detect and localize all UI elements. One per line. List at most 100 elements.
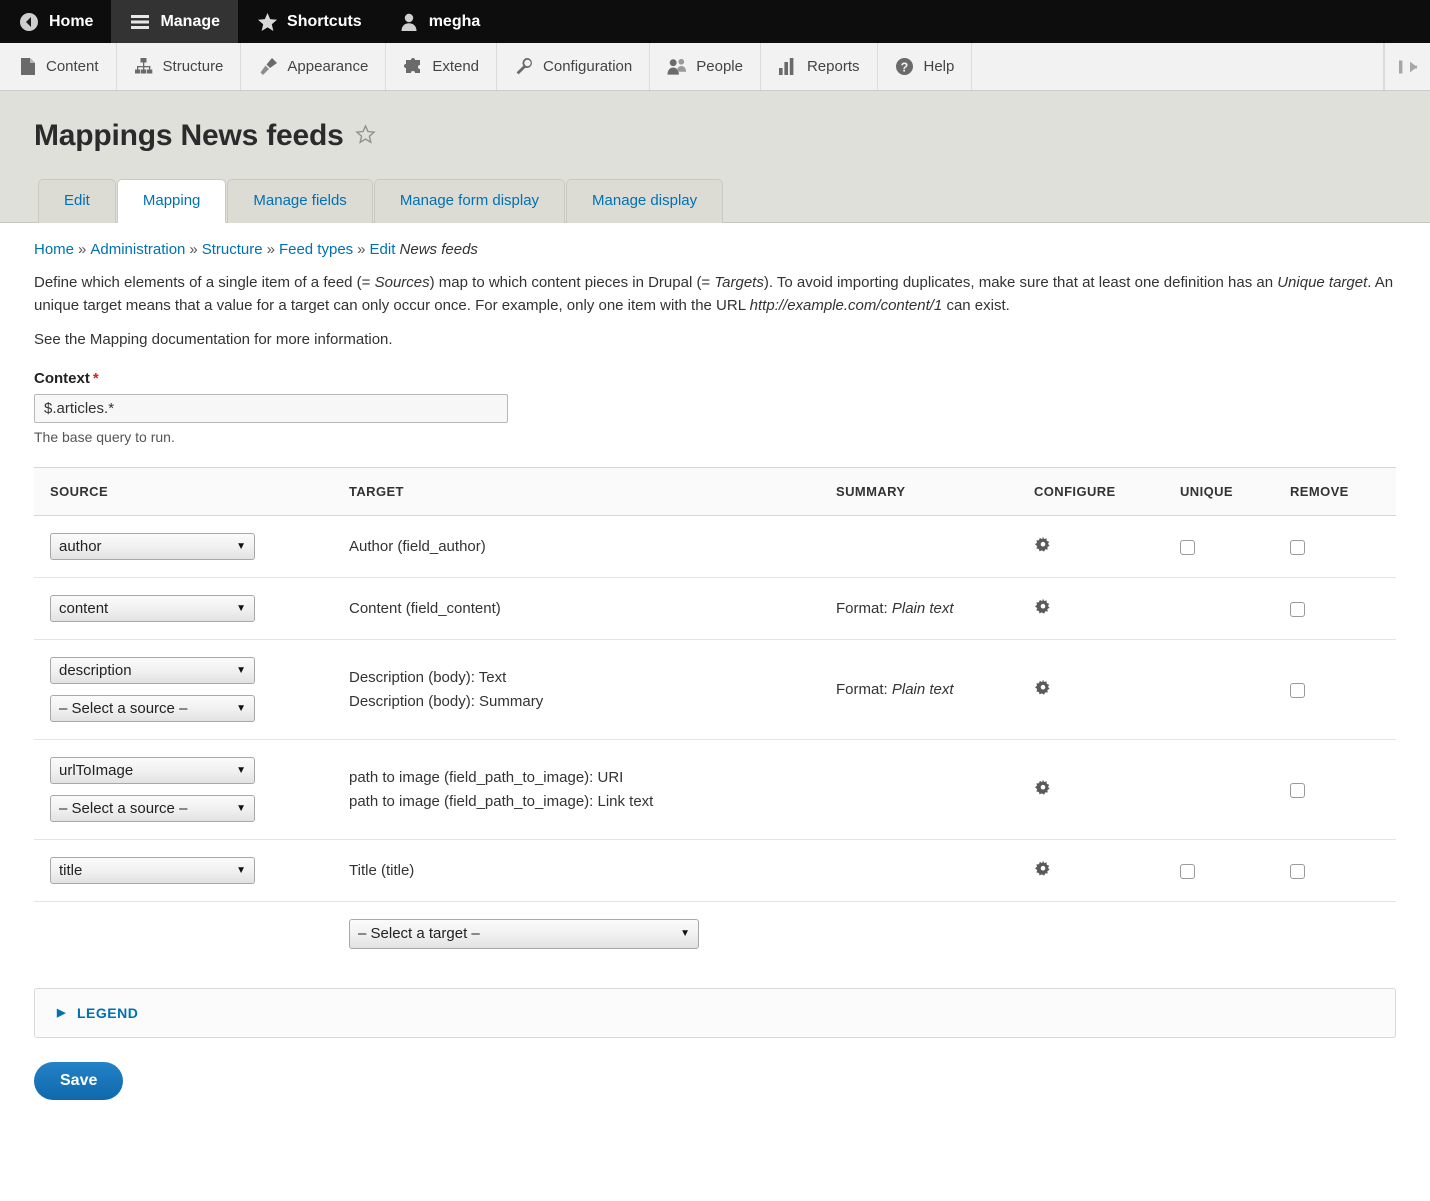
source-select[interactable]: content xyxy=(50,595,255,622)
cell-configure xyxy=(1034,516,1180,578)
cell-remove-empty xyxy=(1290,902,1396,967)
gear-icon[interactable] xyxy=(1034,536,1052,557)
menu-item-configuration[interactable]: Configuration xyxy=(497,43,650,90)
mapping-documentation-link[interactable]: Mapping documentation xyxy=(90,331,250,348)
tab-edit-label: Edit xyxy=(64,192,90,209)
gear-icon[interactable] xyxy=(1034,860,1052,881)
source-select-wrapper-secondary: – Select a source – ▼ xyxy=(50,795,255,822)
column-header-summary: SUMMARY xyxy=(836,468,1034,516)
docs-text-b: for more information. xyxy=(250,331,393,348)
column-header-unique: UNIQUE xyxy=(1180,468,1290,516)
target-label-secondary: Description (body): Summary xyxy=(349,690,836,713)
toolbar-tab-user[interactable]: megha xyxy=(380,0,499,43)
menu-item-extend[interactable]: Extend xyxy=(386,43,497,90)
breadcrumb-item-feed-types[interactable]: Feed types xyxy=(279,241,353,258)
column-header-target: TARGET xyxy=(349,468,836,516)
tab-manage-form-display-label: Manage form display xyxy=(400,192,539,209)
cell-source: description ▼ – Select a source – ▼ xyxy=(34,640,349,740)
target-label: path to image (field_path_to_image): URI xyxy=(349,766,836,789)
toolbar-tab-home-label: Home xyxy=(49,13,93,31)
remove-checkbox[interactable] xyxy=(1290,683,1305,698)
menu-item-content[interactable]: Content xyxy=(0,43,117,90)
context-input[interactable] xyxy=(34,394,508,423)
cell-add-target: – Select a target – ▼ xyxy=(349,902,836,967)
toolbar-tab-shortcuts[interactable]: Shortcuts xyxy=(238,0,380,43)
remove-checkbox[interactable] xyxy=(1290,864,1305,879)
cell-unique xyxy=(1180,640,1290,740)
table-row: author ▼ Author (field_author) xyxy=(34,516,1396,578)
remove-checkbox[interactable] xyxy=(1290,783,1305,798)
cell-remove xyxy=(1290,740,1396,840)
menu-item-appearance[interactable]: Appearance xyxy=(241,43,386,90)
gear-icon[interactable] xyxy=(1034,679,1052,700)
tab-manage-form-display[interactable]: Manage form display xyxy=(374,179,565,223)
tab-edit[interactable]: Edit xyxy=(38,179,116,223)
tab-manage-display[interactable]: Manage display xyxy=(566,179,723,223)
unique-checkbox[interactable] xyxy=(1180,540,1195,555)
page-title-text: Mappings News feeds xyxy=(34,119,344,153)
summary-value: Plain text xyxy=(892,681,954,698)
source-select[interactable]: urlToImage xyxy=(50,757,255,784)
tab-mapping[interactable]: Mapping xyxy=(117,179,227,223)
cell-target: Title (title) xyxy=(349,840,836,902)
menu-item-people-label: People xyxy=(696,58,743,75)
menu-item-structure[interactable]: Structure xyxy=(117,43,242,90)
breadcrumb-item-administration[interactable]: Administration xyxy=(90,241,185,258)
star-icon xyxy=(256,11,278,33)
menu-item-reports[interactable]: Reports xyxy=(761,43,878,90)
unique-checkbox[interactable] xyxy=(1180,864,1195,879)
document-icon xyxy=(17,57,37,77)
remove-checkbox[interactable] xyxy=(1290,540,1305,555)
context-field-group: Context* The base query to run. xyxy=(34,370,1396,445)
target-label: Title (title) xyxy=(349,859,836,882)
cell-summary: Format: Plain text xyxy=(836,640,1034,740)
admin-menu: Content Structure Appearance xyxy=(0,43,1430,91)
breadcrumb-item-home[interactable]: Home xyxy=(34,241,74,258)
tab-manage-fields[interactable]: Manage fields xyxy=(227,179,372,223)
menu-item-structure-label: Structure xyxy=(163,58,224,75)
cell-source-empty xyxy=(34,902,349,967)
source-select[interactable]: author xyxy=(50,533,255,560)
cell-source: title ▼ xyxy=(34,840,349,902)
paintbrush-icon xyxy=(258,57,278,77)
context-label-text: Context xyxy=(34,370,90,387)
cell-summary-empty xyxy=(836,902,1034,967)
source-select[interactable]: description xyxy=(50,657,255,684)
intro-text-a: Define which elements of a single item o… xyxy=(34,274,375,291)
source-select-stack: title ▼ xyxy=(50,857,349,884)
legend-section[interactable]: ▶ LEGEND xyxy=(34,988,1396,1038)
sitemap-icon xyxy=(134,57,154,77)
toolbar-tab-manage[interactable]: Manage xyxy=(111,0,238,43)
source-select[interactable]: title xyxy=(50,857,255,884)
context-description: The base query to run. xyxy=(34,429,1396,445)
menu-item-extend-label: Extend xyxy=(432,58,479,75)
target-label-secondary: path to image (field_path_to_image): Lin… xyxy=(349,790,836,813)
table-row: title ▼ Title (title) xyxy=(34,840,1396,902)
legend-toggle[interactable]: ▶ LEGEND xyxy=(57,1005,1373,1021)
remove-checkbox[interactable] xyxy=(1290,602,1305,617)
menu-item-help[interactable]: ? Help xyxy=(878,43,973,90)
menu-item-people[interactable]: People xyxy=(650,43,761,90)
main-content: Home»Administration»Structure»Feed types… xyxy=(0,241,1430,1100)
gear-icon[interactable] xyxy=(1034,779,1052,800)
question-mark-icon: ? xyxy=(895,57,915,77)
source-select-stack: author ▼ xyxy=(50,533,349,560)
source-select-stack: urlToImage ▼ – Select a source – ▼ xyxy=(50,757,349,822)
breadcrumb-item-structure[interactable]: Structure xyxy=(202,241,263,258)
save-button[interactable]: Save xyxy=(34,1062,123,1100)
gear-icon[interactable] xyxy=(1034,598,1052,619)
column-header-source: SOURCE xyxy=(34,468,349,516)
breadcrumb-item-edit[interactable]: Edit xyxy=(370,241,396,258)
collapse-sidebar-icon[interactable] xyxy=(1384,43,1430,90)
cell-remove xyxy=(1290,640,1396,740)
add-target-row: – Select a target – ▼ xyxy=(34,902,1396,967)
source-select-wrapper: content ▼ xyxy=(50,595,255,622)
source-select-secondary[interactable]: – Select a source – xyxy=(50,795,255,822)
people-icon xyxy=(667,57,687,77)
add-target-select[interactable]: – Select a target – xyxy=(349,919,699,949)
toolbar-tab-user-label: megha xyxy=(429,13,481,31)
source-select-secondary[interactable]: – Select a source – xyxy=(50,695,255,722)
star-outline-icon[interactable] xyxy=(355,124,376,149)
intro-sources: Sources xyxy=(375,274,430,291)
toolbar-tab-home[interactable]: Home xyxy=(0,0,111,43)
